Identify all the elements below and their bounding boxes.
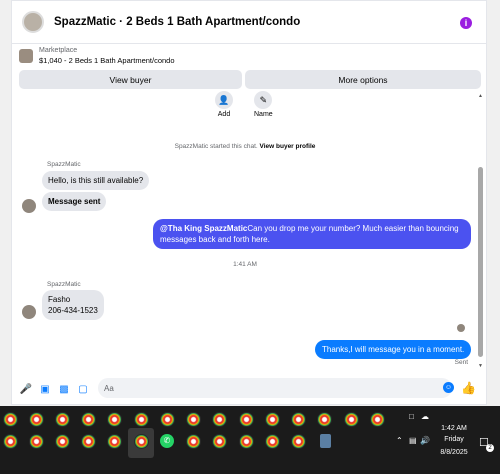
sender-name: SpazzMatic: [47, 161, 81, 168]
chrome-icon[interactable]: [291, 412, 306, 427]
seen-avatar: [457, 324, 465, 332]
chrome-icon[interactable]: [107, 434, 122, 449]
taskbar: ✆ □ ☁ 1:42 AM ⌃ ▤ 🔊 Friday 8/8/2025 ☐ 2: [0, 406, 500, 474]
message-list: 👤 Add ✎ Name SpazzMatic started this cha…: [12, 91, 478, 371]
calculator-icon[interactable]: [320, 434, 331, 448]
chrome-icon[interactable]: [239, 412, 254, 427]
chrome-icon[interactable]: [55, 412, 70, 427]
mention[interactable]: @Tha King SpazzMatic: [160, 224, 247, 233]
notification-badge: 2: [486, 444, 494, 452]
name-label: Name: [254, 111, 273, 118]
chat-header: SpazzMatic · 2 Beds 1 Bath Apartment/con…: [12, 1, 486, 44]
chrome-icon[interactable]: [186, 434, 201, 449]
view-buyer-profile-link[interactable]: View buyer profile: [260, 143, 316, 150]
chrome-icon[interactable]: [291, 434, 306, 449]
scrollbar[interactable]: [478, 167, 483, 357]
clock-day[interactable]: Friday: [436, 436, 472, 443]
chrome-icon[interactable]: [344, 412, 359, 427]
sticker-icon[interactable]: ▩: [58, 384, 70, 396]
avatar[interactable]: [22, 11, 44, 33]
chrome-icon[interactable]: [29, 434, 44, 449]
chrome-icon[interactable]: [370, 412, 385, 427]
chrome-icon[interactable]: [265, 434, 280, 449]
add-label: Add: [217, 111, 231, 118]
message-timestamp: 1:41 AM: [233, 261, 257, 268]
chrome-icon[interactable]: [55, 434, 70, 449]
message-text: Fasho: [48, 295, 71, 304]
chrome-icon[interactable]: [3, 412, 18, 427]
add-person-icon: 👤: [215, 91, 233, 109]
chat-started-notice: SpazzMatic started this chat. View buyer…: [12, 143, 478, 150]
gallery-icon[interactable]: ▣: [39, 384, 51, 396]
chat-title[interactable]: SpazzMatic · 2 Beds 1 Bath Apartment/con…: [54, 16, 300, 28]
more-options-button[interactable]: More options: [245, 70, 481, 89]
chrome-icon[interactable]: [212, 434, 227, 449]
chrome-icon[interactable]: [134, 412, 149, 427]
volume-icon[interactable]: 🔊: [420, 436, 430, 445]
whatsapp-icon[interactable]: ✆: [160, 434, 174, 448]
outgoing-message[interactable]: Thanks,I will message you in a moment.: [315, 340, 472, 359]
gif-icon[interactable]: ▢: [77, 384, 89, 396]
clock-date[interactable]: 8/8/2025: [436, 449, 472, 456]
sender-avatar: [22, 199, 36, 213]
chrome-icon[interactable]: [3, 434, 18, 449]
cloud-icon[interactable]: ☁: [421, 412, 429, 421]
chrome-icon[interactable]: [265, 412, 280, 427]
chrome-icon[interactable]: [212, 412, 227, 427]
sent-status: Sent: [454, 359, 468, 366]
message-text: Can you drop me your number? Much easier…: [247, 224, 459, 233]
chrome-icon[interactable]: [134, 434, 149, 449]
message-input[interactable]: Aa: [98, 378, 452, 398]
meet-now-icon[interactable]: □: [409, 412, 414, 421]
marketplace-listing[interactable]: Marketplace $1,040 - 2 Beds 1 Bath Apart…: [19, 47, 175, 65]
incoming-message[interactable]: Fasho 206-434-1523: [42, 290, 104, 320]
view-buyer-button[interactable]: View buyer: [19, 70, 242, 89]
incoming-message[interactable]: Hello, is this still available?: [42, 171, 150, 190]
chrome-icon[interactable]: [239, 434, 254, 449]
sender-avatar: [22, 305, 36, 319]
chat-started-text: SpazzMatic started this chat.: [174, 143, 258, 150]
pencil-icon: ✎: [254, 91, 273, 109]
chrome-icon[interactable]: [186, 412, 201, 427]
message-composer: 🎤 ▣ ▩ ▢ Aa ☺ 👍: [12, 373, 486, 406]
outgoing-message[interactable]: @Tha King SpazzMaticCan you drop me your…: [153, 219, 471, 249]
chrome-icon[interactable]: [81, 434, 96, 449]
info-icon[interactable]: i: [460, 17, 472, 29]
chrome-icon[interactable]: [160, 412, 175, 427]
emoji-icon[interactable]: ☺: [443, 382, 454, 393]
network-icon[interactable]: ▤: [409, 436, 417, 445]
message-text: 206-434-1523: [48, 306, 98, 315]
scroll-down-arrow[interactable]: ▼: [478, 363, 483, 369]
listing-title: $1,040 - 2 Beds 1 Bath Apartment/condo: [39, 56, 175, 65]
listing-thumbnail: [19, 49, 33, 63]
chrome-icon[interactable]: [81, 412, 96, 427]
message-text: messages back and forth here.: [160, 235, 270, 244]
sender-name: SpazzMatic: [47, 281, 81, 288]
chrome-icon[interactable]: [29, 412, 44, 427]
microphone-icon[interactable]: 🎤: [20, 384, 32, 396]
chevron-up-icon[interactable]: ⌃: [396, 436, 403, 445]
chrome-icon[interactable]: [317, 412, 332, 427]
marketplace-label: Marketplace: [39, 47, 78, 54]
clock-time[interactable]: 1:42 AM: [436, 425, 472, 432]
chat-window: SpazzMatic · 2 Beds 1 Bath Apartment/con…: [11, 0, 487, 405]
incoming-message[interactable]: Message sent: [42, 192, 107, 211]
thumbs-up-icon[interactable]: 👍: [461, 381, 476, 395]
chrome-icon[interactable]: [107, 412, 122, 427]
name-chat-action[interactable]: ✎ Name: [254, 91, 273, 118]
add-people-action[interactable]: 👤 Add: [215, 91, 233, 118]
scroll-up-arrow[interactable]: ▲: [478, 93, 483, 99]
